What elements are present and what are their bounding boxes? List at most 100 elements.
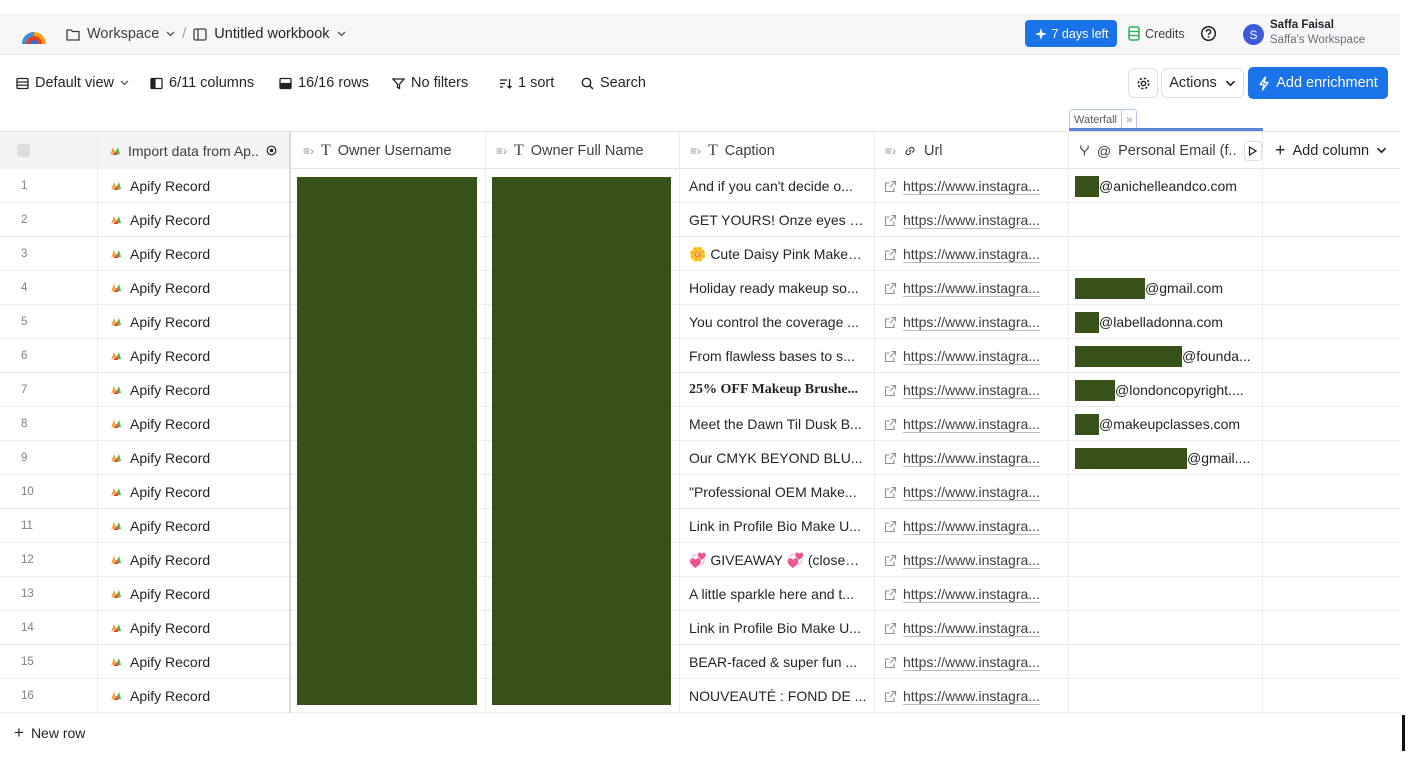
empty-cell[interactable] [1263, 441, 1400, 475]
external-link-icon[interactable] [884, 418, 897, 431]
external-link-icon[interactable] [884, 214, 897, 227]
empty-cell[interactable] [1263, 611, 1400, 645]
avatar[interactable]: S [1243, 24, 1264, 45]
url-link[interactable]: https://www.instagra... [903, 654, 1040, 671]
run-column-button[interactable] [1243, 140, 1262, 161]
waterfall-tag[interactable]: Waterfall » [1069, 109, 1138, 130]
column-header-personal-email[interactable]: @ Personal Email (f.. [1069, 132, 1263, 169]
table-row[interactable]: 5 Apify Record You control the coverage … [0, 305, 1400, 339]
source-cell[interactable]: Apify Record [98, 169, 291, 203]
row-number[interactable]: 2 [0, 203, 98, 237]
column-header-owner-username[interactable]: ≡› T Owner Username [291, 132, 486, 169]
expand-icon[interactable]: » [1122, 114, 1136, 126]
row-number[interactable]: 3 [0, 237, 98, 271]
source-cell[interactable]: Apify Record [98, 475, 291, 509]
column-header-owner-full-name[interactable]: ≡› T Owner Full Name [486, 132, 680, 169]
url-cell[interactable]: https://www.instagra... [875, 645, 1069, 679]
row-number[interactable]: 1 [0, 169, 98, 203]
url-link[interactable]: https://www.instagra... [903, 620, 1040, 637]
source-cell[interactable]: Apify Record [98, 577, 291, 611]
caption-cell[interactable]: Meet the Dawn Til Dusk B... [680, 407, 875, 441]
caption-cell[interactable]: From flawless bases to s... [680, 339, 875, 373]
empty-cell[interactable] [1263, 271, 1400, 305]
source-cell[interactable]: Apify Record [98, 407, 291, 441]
personal-email-cell[interactable] [1069, 475, 1263, 509]
settings-button[interactable] [1128, 68, 1158, 98]
external-link-icon[interactable] [884, 486, 897, 499]
source-cell[interactable]: Apify Record [98, 611, 291, 645]
actions-button[interactable]: Actions [1161, 68, 1244, 98]
table-row[interactable]: 16 Apify Record NOUVEAUTÉ : FOND DE ... … [0, 679, 1400, 713]
external-link-icon[interactable] [884, 282, 897, 295]
row-number[interactable]: 7 [0, 373, 98, 407]
external-link-icon[interactable] [884, 554, 897, 567]
row-number[interactable]: 8 [0, 407, 98, 441]
caption-cell[interactable]: And if you can't decide o... [680, 169, 875, 203]
row-number[interactable]: 12 [0, 543, 98, 577]
row-number[interactable]: 14 [0, 611, 98, 645]
filters-button[interactable]: No filters [392, 66, 468, 100]
table-row[interactable]: 3 Apify Record 🌼 Cute Daisy Pink Makeu..… [0, 237, 1400, 271]
personal-email-cell[interactable] [1069, 203, 1263, 237]
source-cell[interactable]: Apify Record [98, 339, 291, 373]
table-row[interactable]: 11 Apify Record Link in Profile Bio Make… [0, 509, 1400, 543]
url-link[interactable]: https://www.instagra... [903, 484, 1040, 501]
column-header-caption[interactable]: ≡› T Caption [680, 132, 875, 169]
caption-cell[interactable]: Link in Profile Bio Make U... [680, 611, 875, 645]
search-button[interactable]: Search [581, 66, 646, 100]
column-header-url[interactable]: ≡› Url [875, 132, 1069, 169]
empty-cell[interactable] [1263, 679, 1400, 713]
breadcrumb-workspace[interactable]: Workspace [87, 26, 159, 42]
column-header-source[interactable]: Import data from Ap.. [98, 132, 291, 169]
source-cell[interactable]: Apify Record [98, 305, 291, 339]
row-number[interactable]: 5 [0, 305, 98, 339]
sort-button[interactable]: 1 sort [499, 66, 554, 100]
source-cell[interactable]: Apify Record [98, 203, 291, 237]
external-link-icon[interactable] [884, 622, 897, 635]
target-icon[interactable] [266, 145, 277, 156]
external-link-icon[interactable] [884, 690, 897, 703]
row-number[interactable]: 10 [0, 475, 98, 509]
caption-cell[interactable]: NOUVEAUTÉ : FOND DE ... [680, 679, 875, 713]
external-link-icon[interactable] [884, 384, 897, 397]
table-row[interactable]: 13 Apify Record A little sparkle here an… [0, 577, 1400, 611]
empty-cell[interactable] [1263, 543, 1400, 577]
empty-cell[interactable] [1263, 475, 1400, 509]
personal-email-cell[interactable]: @founda... [1069, 339, 1263, 373]
caption-cell[interactable]: Holiday ready makeup so... [680, 271, 875, 305]
table-row[interactable]: 6 Apify Record From flawless bases to s.… [0, 339, 1400, 373]
row-number[interactable]: 15 [0, 645, 98, 679]
external-link-icon[interactable] [884, 316, 897, 329]
personal-email-cell[interactable] [1069, 237, 1263, 271]
caption-cell[interactable]: You control the coverage ... [680, 305, 875, 339]
personal-email-cell[interactable]: @gmail.com [1069, 271, 1263, 305]
breadcrumb-workbook[interactable]: Untitled workbook [214, 26, 329, 42]
external-link-icon[interactable] [884, 248, 897, 261]
source-cell[interactable]: Apify Record [98, 509, 291, 543]
personal-email-cell[interactable] [1069, 543, 1263, 577]
empty-cell[interactable] [1263, 305, 1400, 339]
credits-button[interactable]: Credits [1128, 20, 1185, 47]
row-number[interactable]: 16 [0, 679, 98, 713]
chevron-down-icon[interactable] [337, 31, 346, 37]
row-number[interactable]: 11 [0, 509, 98, 543]
url-cell[interactable]: https://www.instagra... [875, 407, 1069, 441]
table-row[interactable]: 8 Apify Record Meet the Dawn Til Dusk B.… [0, 407, 1400, 441]
columns-button[interactable]: 6/11 columns [150, 66, 254, 100]
empty-cell[interactable] [1263, 203, 1400, 237]
empty-cell[interactable] [1263, 407, 1400, 441]
table-row[interactable]: 14 Apify Record Link in Profile Bio Make… [0, 611, 1400, 645]
row-number[interactable]: 13 [0, 577, 98, 611]
table-row[interactable]: 2 Apify Record GET YOURS! Onze eyes s...… [0, 203, 1400, 237]
source-cell[interactable]: Apify Record [98, 237, 291, 271]
source-cell[interactable]: Apify Record [98, 645, 291, 679]
url-link[interactable]: https://www.instagra... [903, 178, 1040, 195]
table-row[interactable]: 7 Apify Record 25% OFF Makeup Brushe... … [0, 373, 1400, 407]
table-row[interactable]: 4 Apify Record Holiday ready makeup so..… [0, 271, 1400, 305]
source-cell[interactable]: Apify Record [98, 679, 291, 713]
url-cell[interactable]: https://www.instagra... [875, 679, 1069, 713]
personal-email-cell[interactable] [1069, 645, 1263, 679]
caption-cell[interactable]: 25% OFF Makeup Brushe... [680, 373, 875, 407]
caption-cell[interactable]: Our CMYK BEYOND BLU... [680, 441, 875, 475]
row-number[interactable]: 4 [0, 271, 98, 305]
